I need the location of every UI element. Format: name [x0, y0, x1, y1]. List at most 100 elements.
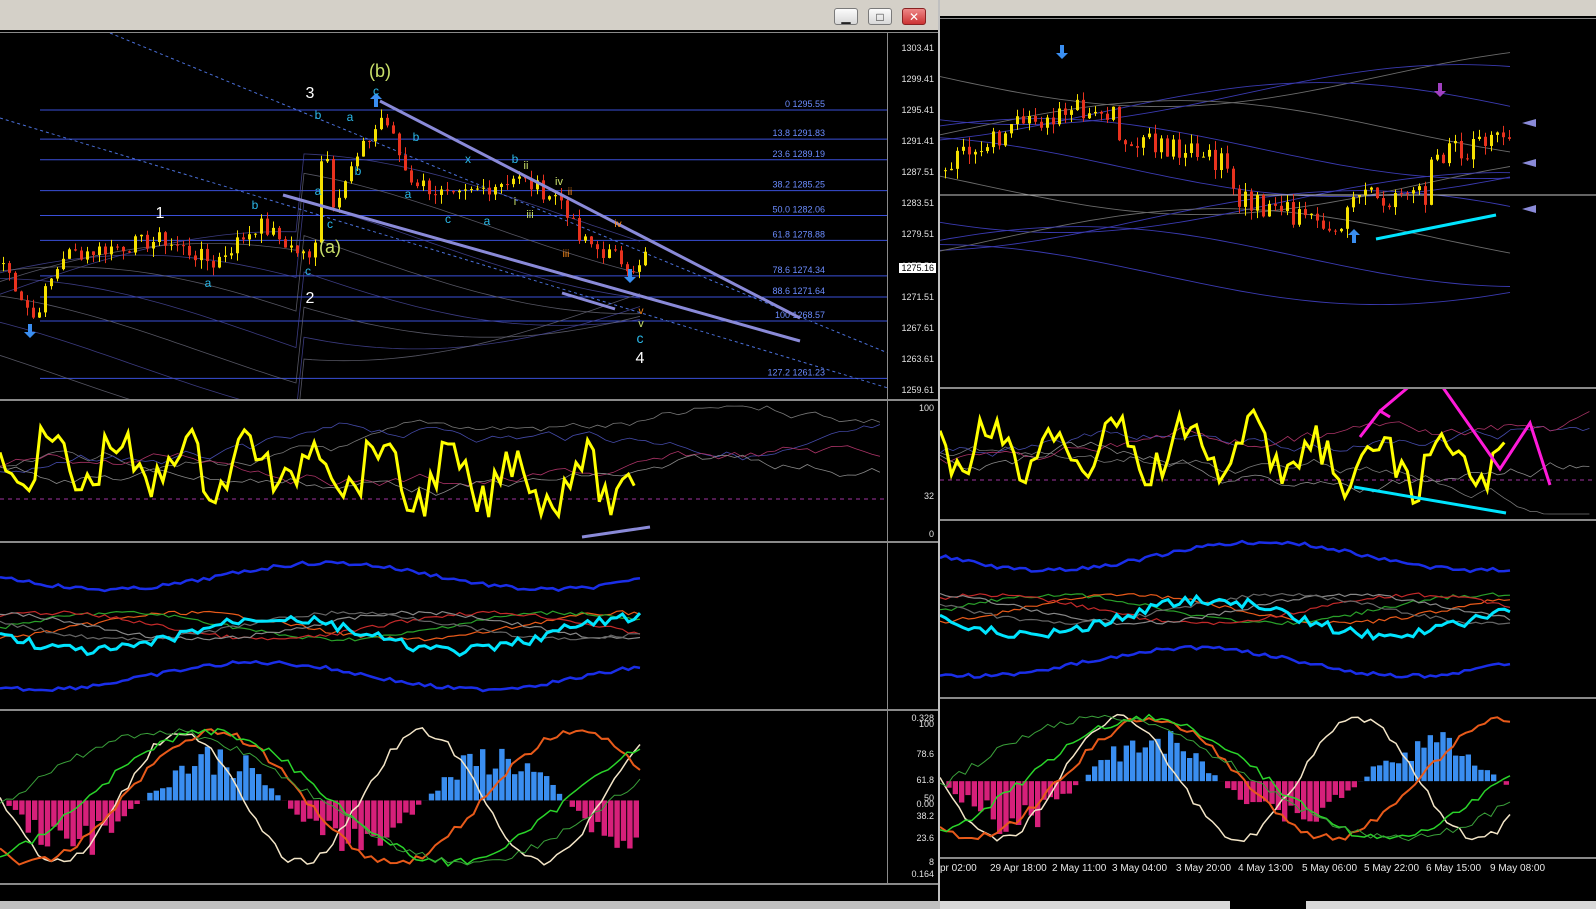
candle-body [1106, 113, 1109, 120]
candle-body [44, 286, 47, 313]
candle-body [968, 146, 971, 155]
histogram-bar [1085, 774, 1091, 782]
candle-body [1508, 137, 1511, 139]
band-line [0, 560, 641, 593]
wave-label: c [327, 217, 333, 231]
rsi-tick-32: 32 [923, 491, 934, 501]
histogram-bar [1484, 770, 1490, 782]
candle-body [1256, 195, 1259, 211]
candle-body [1160, 138, 1163, 153]
candle-body [422, 180, 425, 187]
band-line [940, 645, 1511, 679]
candle-body [134, 236, 137, 253]
wave-label: c [373, 84, 379, 98]
candle-body [326, 158, 329, 162]
candle-body [1364, 189, 1367, 196]
pointer-icon [1522, 159, 1536, 167]
histogram-bar [1073, 781, 1079, 786]
candle-body [596, 244, 599, 250]
histogram-bar [448, 777, 454, 801]
candle-body [8, 263, 11, 273]
candle-body [1370, 187, 1373, 190]
rsi-tick-0: 0 [928, 529, 934, 539]
candle-body [416, 182, 419, 187]
right-scrollbar-2[interactable] [1306, 901, 1596, 909]
right-scrollbar[interactable] [940, 901, 1230, 909]
candle-body [1292, 202, 1295, 225]
candle-body [1208, 149, 1211, 157]
maximize-button[interactable]: □ [868, 8, 892, 25]
candle-body [1142, 137, 1145, 148]
band-line [940, 539, 1511, 574]
wave-label: iii [526, 209, 533, 221]
candle-body [464, 189, 467, 191]
histogram-bar [633, 800, 639, 838]
candle-body [26, 300, 29, 308]
fib-label: 0 1295.55 [785, 99, 825, 109]
candle-body [470, 189, 473, 191]
right-band-pane[interactable] [940, 520, 1596, 698]
histogram-bar [172, 770, 179, 801]
histogram-bar [307, 800, 313, 819]
stoch-tick-8: 8 [928, 857, 934, 867]
candle-body [1016, 116, 1019, 125]
minimize-button[interactable]: ▁ [834, 8, 858, 25]
close-button[interactable]: ✕ [902, 8, 926, 25]
price-tick: 1279.51 [901, 229, 934, 240]
histogram-bar [997, 781, 1003, 834]
left-rsi-pane[interactable]: 100 32 0 [0, 400, 938, 542]
divergence-arrow [1375, 213, 1497, 241]
candle-body [572, 217, 575, 219]
candle-body [176, 244, 179, 246]
right-stoch-pane[interactable] [940, 698, 1596, 858]
candle-body [1328, 228, 1331, 231]
candle-body [1346, 207, 1349, 229]
histogram-bar [1168, 731, 1174, 782]
wave-label: b [355, 164, 362, 178]
histogram-bar [556, 793, 563, 801]
right-window-titlebar[interactable] [940, 0, 1596, 16]
histogram-bar [524, 763, 531, 801]
right-rsi-pane[interactable] [940, 388, 1596, 520]
histogram-bar [147, 792, 153, 801]
right-chart-window[interactable]: pr 02:00 29 Apr 18:00 2 May 11:00 3 May 04:… [940, 0, 1596, 909]
candle-body [1418, 186, 1421, 191]
candle-body [386, 117, 389, 126]
candle-body [182, 245, 185, 247]
candle-body [1046, 117, 1049, 128]
wave-label: iv [614, 219, 621, 230]
candle-body [644, 251, 647, 266]
trend-dashed [0, 117, 888, 389]
left-band-pane[interactable] [0, 542, 938, 710]
left-price-plot: 0 1295.55 13.8 1291.83 23.6 1289.19 38.2 12… [0, 33, 888, 399]
right-price-pane[interactable] [940, 18, 1596, 388]
histogram-bar [627, 800, 633, 849]
candle-body [404, 155, 407, 171]
stoch-tick-100: 100 [918, 719, 934, 729]
histogram-bar [1339, 781, 1345, 798]
wave-label: (b) [369, 61, 391, 81]
fib-label: 38.2 1285.25 [772, 180, 825, 190]
left-stoch-pane[interactable]: 0.328 100 78.6 61.8 50 0.00 38.2 23.6 8 … [0, 710, 938, 884]
histogram-bar [537, 772, 543, 801]
left-price-pane[interactable]: 0 1295.55 13.8 1291.83 23.6 1289.19 38.2 12… [0, 32, 938, 400]
left-window-titlebar[interactable]: ▁ □ ✕ [0, 0, 938, 30]
histogram-bar [1098, 760, 1104, 782]
arrow-short [561, 291, 616, 311]
histogram-bar [428, 793, 435, 801]
candle-body [224, 255, 227, 257]
left-scrollbar[interactable] [0, 901, 938, 909]
price-tick: 1259.61 [901, 385, 934, 396]
candle-body [1190, 143, 1193, 154]
left-chart-window[interactable]: ▁ □ ✕ 0 1295.55 13.8 1291.83 23.6 1289.19 3… [0, 0, 940, 909]
wave-label: b [512, 152, 519, 166]
histogram-bar [1446, 737, 1452, 782]
left-band-axis [887, 543, 938, 709]
candle-body [1166, 138, 1169, 157]
fib-label: 88.6 1271.64 [772, 286, 825, 296]
candle-body [1436, 154, 1439, 160]
time-label: pr 02:00 [940, 863, 977, 874]
candle-body [1226, 153, 1229, 169]
histogram-bar [300, 800, 307, 822]
histogram-bar [1117, 761, 1123, 782]
